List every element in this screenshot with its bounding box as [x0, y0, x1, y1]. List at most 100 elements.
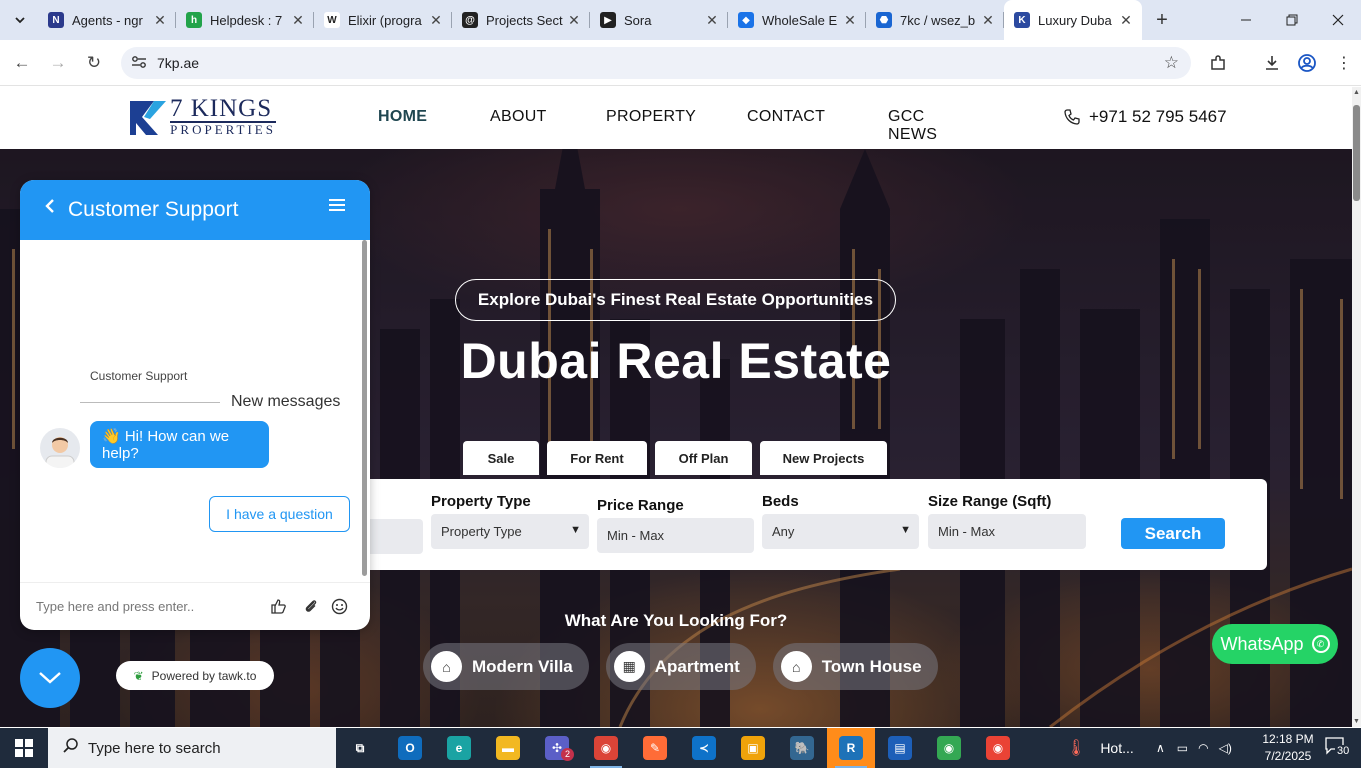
url-text[interactable]: 7kp.ae — [157, 55, 199, 71]
taskbar-app[interactable]: ▣ — [729, 728, 777, 768]
close-tab-icon[interactable]: ✕ — [842, 12, 858, 29]
tab-strip: N Agents - ngr ✕ h Helpdesk : 7 ✕ W Elixir (pro… — [38, 0, 1182, 40]
close-tab-icon[interactable]: ✕ — [566, 12, 582, 29]
nav-contact[interactable]: CONTACT — [747, 108, 825, 126]
taskbar-search-box[interactable]: Type here to search — [48, 728, 336, 768]
browser-tab[interactable]: ▶ Sora ✕ — [590, 0, 728, 40]
taskbar-app[interactable]: 🐘 — [778, 728, 826, 768]
system-clock[interactable]: 12:18 PM 7/2/2025 — [1258, 731, 1318, 765]
teams-badge: 2 — [561, 748, 574, 761]
omnibox[interactable]: 7kp.ae ☆ — [121, 47, 1191, 79]
chat-widget: Customer Support Customer Support New me… — [20, 180, 370, 630]
browser-tab[interactable]: ⬣ 7kc / wsez_b ✕ — [866, 0, 1004, 40]
back-button[interactable]: ← — [10, 51, 34, 75]
chevron-down-icon — [15, 17, 25, 24]
close-tab-icon[interactable]: ✕ — [428, 12, 444, 29]
nav-property[interactable]: PROPERTY — [606, 108, 696, 126]
more-menu-icon[interactable]: ⋮ — [1333, 52, 1355, 74]
scroll-up-arrow-icon[interactable]: ▲ — [1352, 89, 1361, 96]
scroll-down-arrow-icon[interactable]: ▼ — [1352, 718, 1361, 725]
taskbar-app[interactable]: ⧉ — [336, 728, 384, 768]
taskbar-app[interactable]: ◉ — [974, 728, 1022, 768]
taskbar-app[interactable]: e — [435, 728, 483, 768]
browser-tab[interactable]: ◆ WholeSale E ✕ — [728, 0, 866, 40]
start-button[interactable] — [0, 728, 48, 768]
paperclip-icon[interactable] — [303, 598, 319, 618]
thumbs-up-icon[interactable] — [270, 598, 287, 619]
battery-icon[interactable]: ▭ — [1177, 741, 1188, 755]
restore-button[interactable] — [1269, 0, 1315, 40]
reload-button[interactable]: ↻ — [82, 51, 106, 75]
weather-widget[interactable]: 🌡 Hot... — [1066, 728, 1134, 768]
volume-icon[interactable]: ◁) — [1219, 741, 1232, 755]
tab-favicon-icon: ◆ — [738, 12, 754, 28]
taskbar-app[interactable]: O — [386, 728, 434, 768]
close-tab-icon[interactable]: ✕ — [1118, 12, 1134, 29]
taskbar-app[interactable]: ✣ 2 — [533, 728, 581, 768]
powered-by-tawk[interactable]: ❦ Powered by tawk.to — [116, 661, 274, 690]
quick-reply-button[interactable]: I have a question — [209, 496, 350, 532]
minimize-button[interactable] — [1223, 0, 1269, 40]
tab-for-rent[interactable]: For Rent — [547, 441, 647, 475]
whatsapp-button[interactable]: WhatsApp ✆ — [1212, 624, 1338, 664]
nav-about[interactable]: ABOUT — [490, 108, 547, 126]
phone-link[interactable]: +971 52 795 5467 — [1063, 107, 1227, 127]
taskbar-app[interactable]: ▤ — [876, 728, 924, 768]
close-tab-icon[interactable]: ✕ — [704, 12, 720, 29]
category-town-house[interactable]: ⌂ Town House — [772, 643, 938, 690]
category-apartment[interactable]: ▦ Apartment — [605, 643, 756, 690]
chevron-up-icon[interactable]: ∧ — [1156, 741, 1165, 755]
tab-new-projects[interactable]: New Projects — [760, 441, 887, 475]
tab-sale[interactable]: Sale — [463, 441, 539, 475]
taskbar-app[interactable]: R — [827, 728, 875, 768]
category-modern-villa[interactable]: ⌂ Modern Villa — [423, 643, 589, 690]
taskbar-app[interactable]: ◉ — [925, 728, 973, 768]
chat-message-input[interactable]: Type here and press enter.. — [36, 599, 194, 614]
taskbar-app[interactable]: ✎ — [631, 728, 679, 768]
browser-tab[interactable]: W Elixir (progra ✕ — [314, 0, 452, 40]
search-button[interactable]: Search — [1121, 518, 1225, 549]
tawk-leaf-icon: ❦ — [133, 668, 144, 683]
site-logo[interactable]: 7 KINGS PROPERTIES — [128, 96, 277, 137]
emoji-icon[interactable] — [331, 598, 348, 619]
notification-center-button[interactable]: 30 — [1325, 737, 1352, 759]
chat-scrollbar[interactable] — [362, 240, 368, 576]
browser-tab[interactable]: @ Projects Sect ✕ — [452, 0, 590, 40]
tab-off-plan[interactable]: Off Plan — [655, 441, 752, 475]
taskbar-app[interactable]: ≺ — [680, 728, 728, 768]
download-icon[interactable] — [1261, 52, 1283, 74]
close-tab-icon[interactable]: ✕ — [980, 12, 996, 29]
nav-gcc-news[interactable]: GCC NEWS — [888, 108, 937, 144]
hamburger-menu-icon[interactable] — [328, 196, 346, 219]
chevron-left-icon[interactable] — [44, 198, 56, 219]
chevron-down-icon — [39, 672, 61, 684]
close-window-button[interactable] — [1315, 0, 1361, 40]
browser-tab[interactable]: N Agents - ngr ✕ — [38, 0, 176, 40]
new-tab-button[interactable]: + — [1142, 0, 1182, 40]
taskbar-app[interactable]: ◉ — [582, 728, 630, 768]
forward-button[interactable]: → — [46, 51, 70, 75]
scrollbar-thumb[interactable] — [1353, 105, 1360, 201]
property-type-select[interactable]: Property Type ▼ — [431, 514, 589, 549]
bookmark-star-icon[interactable]: ☆ — [1164, 53, 1179, 73]
agent-avatar — [40, 428, 80, 468]
browser-tab[interactable]: K Luxury Duba ✕ — [1004, 0, 1142, 40]
browser-tab[interactable]: h Helpdesk : 7 ✕ — [176, 0, 314, 40]
wifi-icon[interactable]: ◠ — [1198, 741, 1208, 755]
profile-icon[interactable] — [1296, 52, 1318, 74]
chat-minimize-button[interactable] — [20, 648, 80, 708]
beds-select[interactable]: Any ▼ — [762, 514, 919, 549]
tab-favicon-icon: K — [1014, 12, 1030, 28]
extensions-icon[interactable] — [1207, 52, 1229, 74]
size-range-input[interactable]: Min - Max — [928, 514, 1086, 549]
price-range-input[interactable]: Min - Max — [597, 518, 754, 553]
reload-icon: ↻ — [86, 53, 102, 72]
postman-icon: ✎ — [643, 736, 667, 760]
site-info-icon[interactable] — [131, 55, 149, 72]
taskbar-app[interactable]: ▬ — [484, 728, 532, 768]
close-tab-icon[interactable]: ✕ — [152, 12, 168, 29]
tab-search-button[interactable] — [8, 8, 32, 32]
close-tab-icon[interactable]: ✕ — [290, 12, 306, 29]
page-scrollbar[interactable]: ▲ ▼ — [1352, 87, 1361, 727]
nav-home[interactable]: HOME — [378, 108, 427, 126]
